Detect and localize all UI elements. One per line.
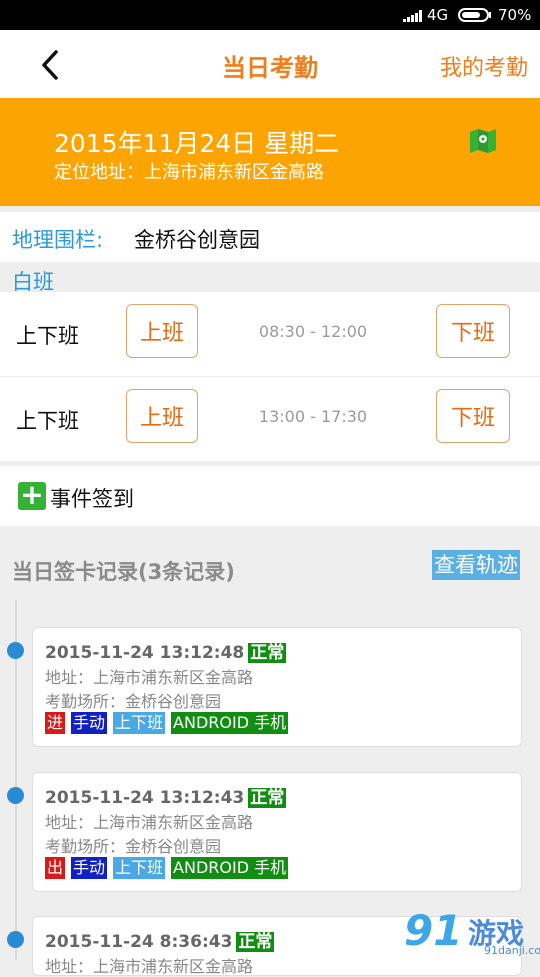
timeline-dot <box>7 642 24 659</box>
record-address: 地址：上海市浦东新区金高路 <box>45 668 254 687</box>
record-status: 正常 <box>248 643 287 663</box>
event-signin-label: 事件签到 <box>50 487 134 511</box>
record-place: 考勤场所：金桥谷创意园 <box>45 692 222 711</box>
record-header: 2015-11-24 13:12:48 正常 <box>45 638 287 663</box>
timeline-dot <box>7 787 24 804</box>
shift-row: 上下班 上班 08:30 - 12:00 下班 <box>0 292 540 376</box>
direction-tag: 出 <box>45 857 66 879</box>
device-tag: ANDROID 手机 <box>171 857 289 879</box>
shift-time: 13:00 - 17:30 <box>258 407 368 426</box>
banner-date: 2015年11月24日 星期二 <box>54 129 340 158</box>
battery-icon <box>458 8 491 22</box>
method-tag: 手动 <box>71 712 108 734</box>
geo-fence-label: 地理围栏: <box>12 228 104 252</box>
app-header: 当日考勤 我的考勤 <box>0 30 540 98</box>
shift-tag: 上下班 <box>113 857 166 879</box>
direction-tag: 进 <box>45 712 66 734</box>
record-time: 2015-11-24 8:36:43 <box>45 932 233 952</box>
signal-icon <box>403 10 422 22</box>
record-tags: 进手动 上下班 ANDROID 手机 <box>45 712 294 734</box>
watermark-url: 91danji.com <box>484 944 540 957</box>
clock-out-button[interactable]: 下班 <box>436 304 510 358</box>
clock-in-button[interactable]: 上班 <box>126 389 198 443</box>
record-tags: 出手动 上下班 ANDROID 手机 <box>45 857 294 879</box>
record-time: 2015-11-24 13:12:43 <box>45 788 245 808</box>
watermark-logo-mark: 91 <box>404 906 463 955</box>
record-address: 地址：上海市浦东新区金高路 <box>45 813 254 832</box>
map-button[interactable] <box>468 128 516 176</box>
event-signin-button[interactable]: + 事件签到 <box>0 466 540 526</box>
record-header: 2015-11-24 13:12:43 正常 <box>45 783 287 808</box>
record-card[interactable]: 2015-11-24 13:12:48 正常 地址：上海市浦东新区金高路 考勤场所… <box>32 627 522 747</box>
shift-row-name: 上下班 <box>16 409 79 433</box>
record-header: 2015-11-24 8:36:43 正常 <box>45 927 275 952</box>
records-title: 当日签卡记录(3条记录) <box>12 560 235 584</box>
timeline-dot <box>7 931 24 948</box>
shift-row-name: 上下班 <box>16 324 79 348</box>
plus-icon: + <box>18 481 46 510</box>
watermark-logo: 91 游戏 91danji.com <box>404 904 540 960</box>
shift-time: 08:30 - 12:00 <box>258 322 368 341</box>
battery-percent: 70% <box>498 6 532 24</box>
shift-tag: 上下班 <box>113 712 166 734</box>
method-tag: 手动 <box>71 857 108 879</box>
map-icon <box>470 129 496 153</box>
clock-out-button[interactable]: 下班 <box>436 389 510 443</box>
geo-fence-value: 金桥谷创意园 <box>134 228 260 252</box>
geo-fence: 地理围栏: 金桥谷创意园 <box>0 212 540 262</box>
record-address: 地址：上海市浦东新区金高路 <box>45 957 254 976</box>
record-status: 正常 <box>236 932 275 952</box>
record-time: 2015-11-24 13:12:48 <box>45 643 245 663</box>
record-card[interactable]: 2015-11-24 13:12:43 正常 地址：上海市浦东新区金高路 考勤场所… <box>32 772 522 892</box>
network-type: 4G <box>427 6 449 24</box>
shift-row: 上下班 上班 13:00 - 17:30 下班 <box>0 377 540 461</box>
record-status: 正常 <box>248 788 287 808</box>
device-tag: ANDROID 手机 <box>171 712 289 734</box>
view-track-button[interactable]: 查看轨迹 <box>432 550 520 580</box>
date-banner: 2015年11月24日 星期二 定位地址：上海市浦东新区金高路 <box>0 98 540 206</box>
banner-location: 定位地址：上海市浦东新区金高路 <box>54 162 324 183</box>
my-attendance-link[interactable]: 我的考勤 <box>440 50 528 82</box>
clock-in-button[interactable]: 上班 <box>126 304 198 358</box>
status-bar: 4G 70% <box>0 0 540 30</box>
record-place: 考勤场所：金桥谷创意园 <box>45 837 222 856</box>
